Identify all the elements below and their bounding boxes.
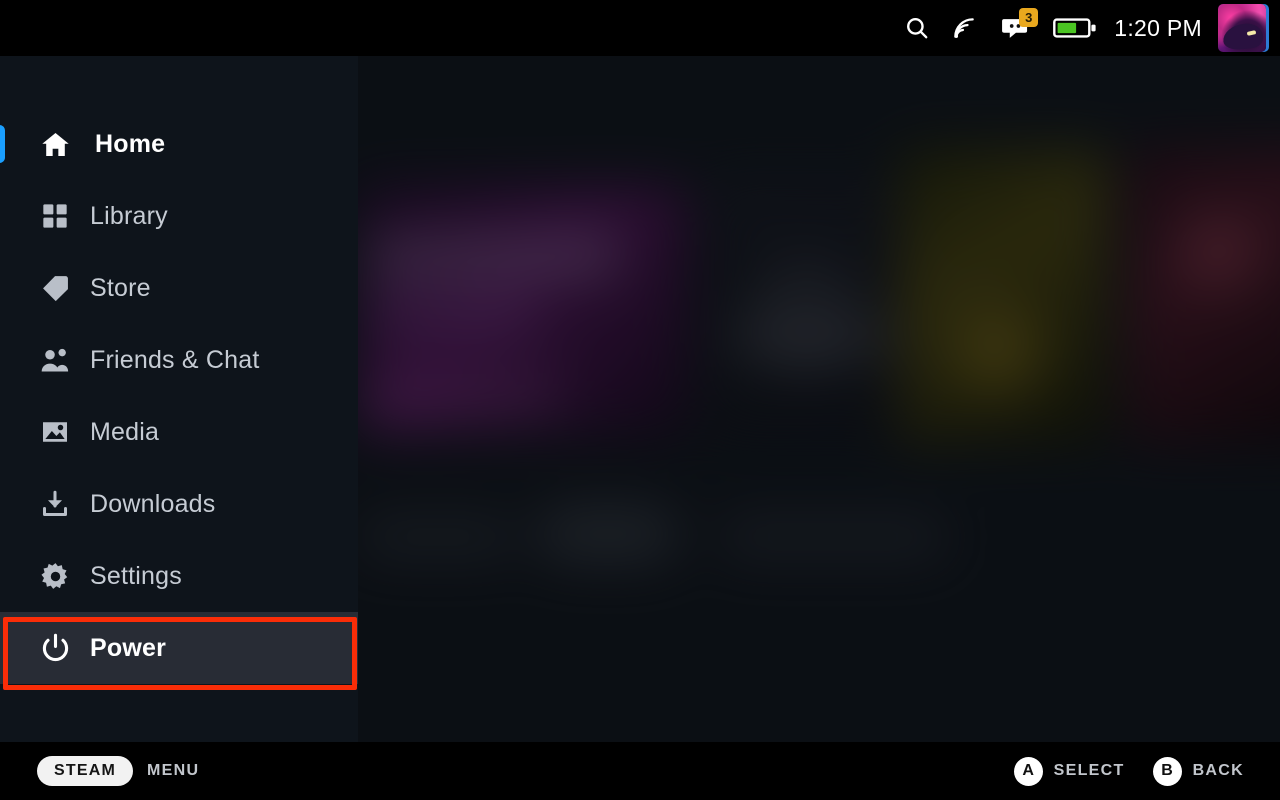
sidebar-nav-list: Home Library Store Friends & Chat Media … [0,108,358,684]
sidebar-item-settings[interactable]: Settings [0,540,358,612]
sidebar-item-store[interactable]: Store [0,252,358,324]
sidebar-item-power[interactable]: Power [0,612,358,684]
clock: 1:20 PM [1114,14,1202,41]
b-button-icon: B [1152,756,1182,786]
media-icon [37,414,73,450]
sidebar-item-label: Store [90,273,151,302]
battery-icon[interactable] [1044,0,1106,56]
download-icon [37,486,73,522]
back-label: BACK [1192,762,1244,779]
friends-icon [37,342,73,378]
chat-unread-badge: 3 [1019,8,1039,27]
sidebar-item-label: Friends & Chat [90,345,260,374]
blurred-library-background [358,56,1280,742]
avatar[interactable] [1218,4,1266,52]
store-tag-icon [37,270,73,306]
sidebar-item-label: Media [90,417,160,446]
gear-icon [37,558,73,594]
a-button-icon: A [1013,756,1043,786]
home-icon [37,126,73,162]
active-indicator [0,125,5,163]
main-menu-sidebar: Home Library Store Friends & Chat Media … [0,56,358,742]
sidebar-item-library[interactable]: Library [0,180,358,252]
steam-button[interactable]: STEAM [37,756,133,786]
sidebar-item-friends-and-chat[interactable]: Friends & Chat [0,324,358,396]
select-label: SELECT [1053,762,1125,779]
sidebar-item-label: Settings [90,561,182,590]
sidebar-item-label: Power [90,633,167,662]
steam-deck-screen: 3 1:20 PM Home Library Store Friends & C… [0,0,1280,800]
sidebar-item-media[interactable]: Media [0,396,358,468]
footer-right-group: A SELECT B BACK [1013,756,1244,786]
sidebar-item-label: Downloads [90,489,216,518]
sidebar-item-label: Library [90,201,168,230]
status-bar: 3 1:20 PM [0,0,1280,56]
main-content-area [358,56,1280,742]
power-icon [37,630,73,666]
footer-left-group: STEAM MENU [37,756,199,786]
library-icon [37,198,73,234]
back-hint[interactable]: B BACK [1152,756,1244,786]
chat-bubble-icon[interactable]: 3 [988,0,1044,56]
wifi-signal-icon[interactable] [940,0,988,56]
select-hint[interactable]: A SELECT [1013,756,1125,786]
menu-label: MENU [147,762,200,779]
search-icon[interactable] [894,0,940,56]
sidebar-item-home[interactable]: Home [0,108,358,180]
sidebar-item-downloads[interactable]: Downloads [0,468,358,540]
sidebar-item-label: Home [95,129,166,158]
footer-hint-bar: STEAM MENU A SELECT B BACK [0,742,1280,800]
